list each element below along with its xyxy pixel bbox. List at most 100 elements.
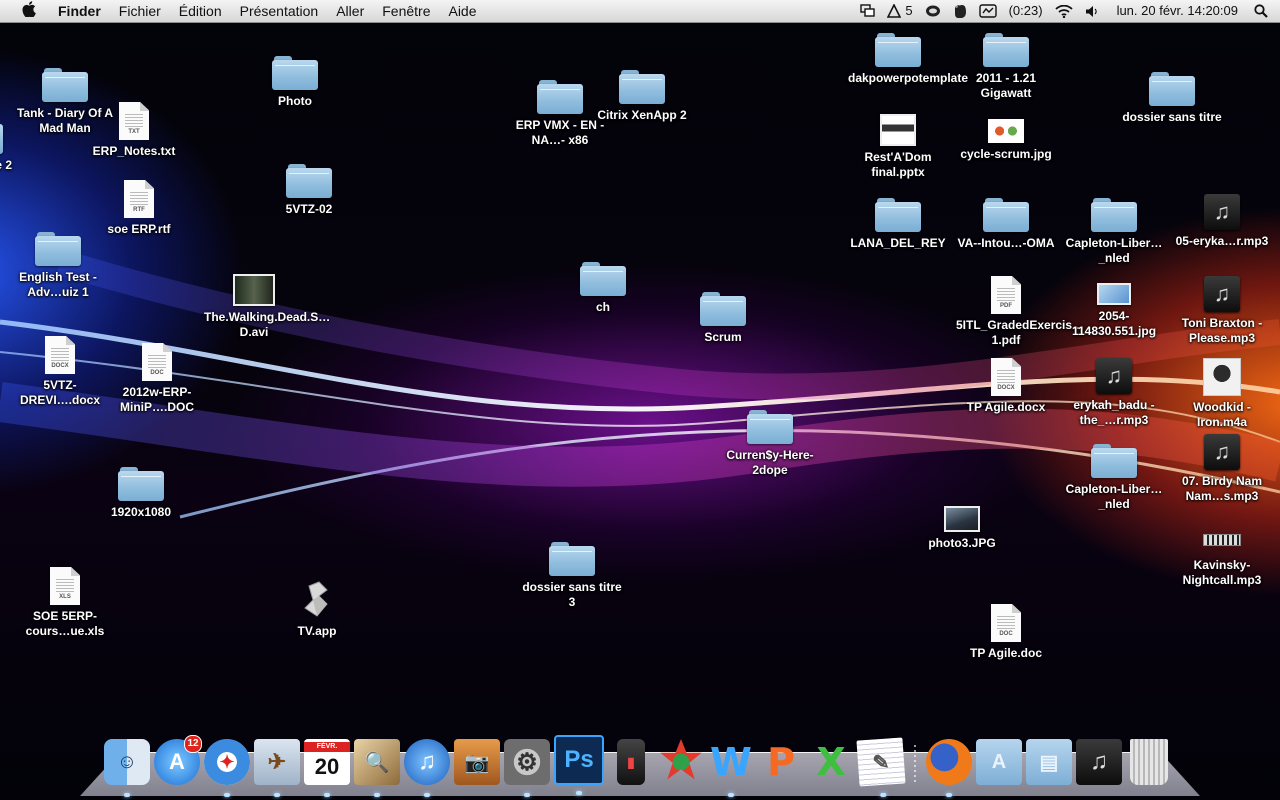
desktop-icon-folder[interactable]: ch xyxy=(553,262,653,315)
desktop-icon-file[interactable]: Woodkid - Iron.m4a xyxy=(1172,358,1272,430)
dock-item-calendar[interactable]: FÉVR. 20 xyxy=(304,739,350,797)
pptx-thumbnail-icon xyxy=(880,114,916,146)
dock-item-preview[interactable]: 🔍 xyxy=(354,739,400,797)
dock-item-music-stack[interactable]: ♫ xyxy=(1076,739,1122,785)
icon-label: 2011 - 1.21 Gigawatt xyxy=(975,71,1037,100)
desktop-icon-folder[interactable]: dossier sans titre 3 xyxy=(522,542,622,610)
volume-icon[interactable] xyxy=(1079,5,1105,18)
desktop-icon-folder[interactable]: dossier sans titre xyxy=(1122,72,1222,125)
desktop-icon-folder[interactable]: Photo xyxy=(245,56,345,109)
desktop-icon-folder[interactable]: Scrum xyxy=(673,292,773,345)
desktop-icon-folder[interactable]: English Test - Adv…uiz 1 xyxy=(8,232,108,300)
dock-item-safari[interactable]: ✦ xyxy=(204,739,250,797)
tv-app-icon xyxy=(297,580,337,620)
icon-label: TV.app xyxy=(297,624,337,638)
time-machine-icon[interactable] xyxy=(973,4,1003,18)
dock-item-mail[interactable]: ✈ xyxy=(254,739,300,797)
dock-item-photoshop[interactable]: Ps xyxy=(554,735,604,795)
itunes-icon: ♫ xyxy=(418,748,436,775)
desktop-icon-folder[interactable]: LANA_DEL_REY xyxy=(848,198,948,251)
desktop-icon-app[interactable]: TV.app xyxy=(267,580,367,639)
icon-label: TP Agile.docx xyxy=(966,400,1046,414)
desktop-icon-folder[interactable]: 5VTZ-02 xyxy=(259,164,359,217)
skype-icon[interactable] xyxy=(919,4,947,18)
desktop-icon-file[interactable]: PDF 5ITL_GradedExercis…1.pdf xyxy=(956,276,1084,348)
icon-label: Citrix XenApp 2 xyxy=(597,108,687,122)
wifi-icon[interactable] xyxy=(1049,4,1079,18)
dock-item-textedit[interactable]: ✎ xyxy=(856,737,906,798)
desktop-icon-file[interactable]: DOCX 5VTZ-DREVI….docx xyxy=(10,336,110,408)
desktop-icon-folder[interactable]: VA--Intou…-OMA xyxy=(956,198,1056,251)
desktop-icon-file[interactable]: cycle-scrum.jpg xyxy=(956,119,1056,162)
desktop-icon-file[interactable]: photo3.JPG xyxy=(912,506,1012,551)
icon-label: Photo xyxy=(278,94,312,108)
desktop-icon-file[interactable]: TXT ERP_Notes.txt xyxy=(84,102,184,159)
dock-item-powerpoint[interactable]: P xyxy=(758,739,804,785)
menu-app-finder[interactable]: Finder xyxy=(52,0,110,22)
desktop-icon-file[interactable]: DOCX TP Agile.docx xyxy=(956,358,1056,415)
desktop-icon-file[interactable]: DOC TP Agile.doc xyxy=(956,604,1056,661)
image-thumbnail-icon xyxy=(944,506,980,532)
desktop-icon-file[interactable]: RTF soe ERP.rtf xyxy=(89,180,189,237)
icon-label: ch xyxy=(595,300,610,314)
finder-icon: ☺ xyxy=(116,750,138,773)
menu-aller[interactable]: Aller xyxy=(327,0,373,22)
dock-item-app-store[interactable]: A 12 xyxy=(154,735,202,785)
apple-menu-icon[interactable] xyxy=(20,1,38,21)
icon-label: Kavinsky-Nightcall.mp3 xyxy=(1182,558,1262,587)
desktop-icon-folder[interactable]: 1920x1080 xyxy=(91,467,191,520)
adobe-updater-icon[interactable]: 5 xyxy=(881,0,918,22)
menu-fichier[interactable]: Fichier xyxy=(110,0,170,22)
desktop-icon-file[interactable]: 2054-114830.551.jpg xyxy=(1064,283,1164,339)
folder-icon xyxy=(983,33,1029,67)
dock-item-iphoto[interactable]: 📷 xyxy=(454,739,500,785)
icon-label: 05-eryka…r.mp3 xyxy=(1175,234,1269,248)
dock-item-excel[interactable]: X xyxy=(808,739,854,785)
menu-presentation[interactable]: Présentation xyxy=(231,0,328,22)
folder-icon xyxy=(983,198,1029,232)
dock-item-itunes[interactable]: ♫ xyxy=(404,739,450,797)
desktop-icon-folder[interactable]: er sans e 2 xyxy=(0,120,30,173)
dock-item-documents-folder[interactable]: ▤ xyxy=(1026,739,1072,785)
dock-item-star-app[interactable] xyxy=(660,739,702,780)
desktop-icon-file[interactable]: The.Walking.Dead.S…D.avi xyxy=(204,274,330,340)
desktop-icon-file[interactable]: ♫ erykah_badu - the_…r.mp3 xyxy=(1064,358,1164,428)
desktop-icon-file[interactable]: DOC 2012w-ERP-MiniP….DOC xyxy=(107,343,207,415)
dock-item-firefox[interactable] xyxy=(926,739,972,797)
menu-edition[interactable]: Édition xyxy=(170,0,231,22)
running-indicator xyxy=(124,793,130,797)
folder-icon xyxy=(1149,72,1195,106)
battery-status[interactable]: (0:23) xyxy=(1003,0,1049,22)
desktop-icon-file[interactable]: XLS SOE 5ERP-cours…ue.xls xyxy=(15,567,115,639)
menu-clock[interactable]: lun. 20 févr. 14:20:09 xyxy=(1105,0,1248,22)
desktop-icon-folder[interactable]: Citrix XenApp 2 xyxy=(592,70,692,123)
desktop-icon-folder[interactable]: Capleton-Liber…_nled xyxy=(1064,198,1164,266)
desktop-icon-file[interactable]: Rest'A'Dom final.pptx xyxy=(848,114,948,180)
desktop-icon-file[interactable]: ♫ 07. Birdy Nam Nam…s.mp3 xyxy=(1172,434,1272,504)
dock-item-applications-folder[interactable]: A xyxy=(976,739,1022,785)
music-note-icon: ♫ xyxy=(1204,276,1240,312)
screen-mirror-icon[interactable] xyxy=(854,4,881,18)
evernote-icon[interactable] xyxy=(947,4,973,19)
desktop-icon-folder[interactable]: Capleton-Liber…_nled xyxy=(1064,444,1164,512)
pdf-file-icon: PDF xyxy=(991,276,1021,314)
menu-fenetre[interactable]: Fenêtre xyxy=(373,0,439,22)
desktop-icon-file[interactable]: ♫ Toni Braxton - Please.mp3 xyxy=(1172,276,1272,346)
icon-label: Woodkid - Iron.m4a xyxy=(1193,400,1251,429)
dock-item-word[interactable]: W xyxy=(708,739,754,797)
dock-item-phone[interactable]: ▮ xyxy=(617,739,645,785)
desktop-icon-folder[interactable]: Curren$y-Here-2dope xyxy=(720,410,820,478)
desktop-icon-file[interactable]: ♫ 05-eryka…r.mp3 xyxy=(1172,194,1272,249)
dock-item-system-preferences[interactable]: ⚙ xyxy=(504,739,550,797)
powerpoint-icon: P xyxy=(767,740,795,784)
icon-label: Scrum xyxy=(704,330,742,344)
iphoto-icon: 📷 xyxy=(464,751,490,774)
spotlight-search-icon[interactable] xyxy=(1248,4,1280,18)
video-thumbnail-icon xyxy=(233,274,275,306)
desktop-icon-file[interactable]: Kavinsky-Nightcall.mp3 xyxy=(1172,534,1272,588)
dock-item-trash[interactable] xyxy=(1130,739,1168,785)
menu-aide[interactable]: Aide xyxy=(439,0,485,22)
desktop-icon-folder[interactable]: 2011 - 1.21 Gigawatt xyxy=(956,33,1056,101)
desktop-icon-folder[interactable]: dakpowerpotemplate xyxy=(848,33,968,86)
dock-item-finder[interactable]: ☺ xyxy=(104,739,150,797)
